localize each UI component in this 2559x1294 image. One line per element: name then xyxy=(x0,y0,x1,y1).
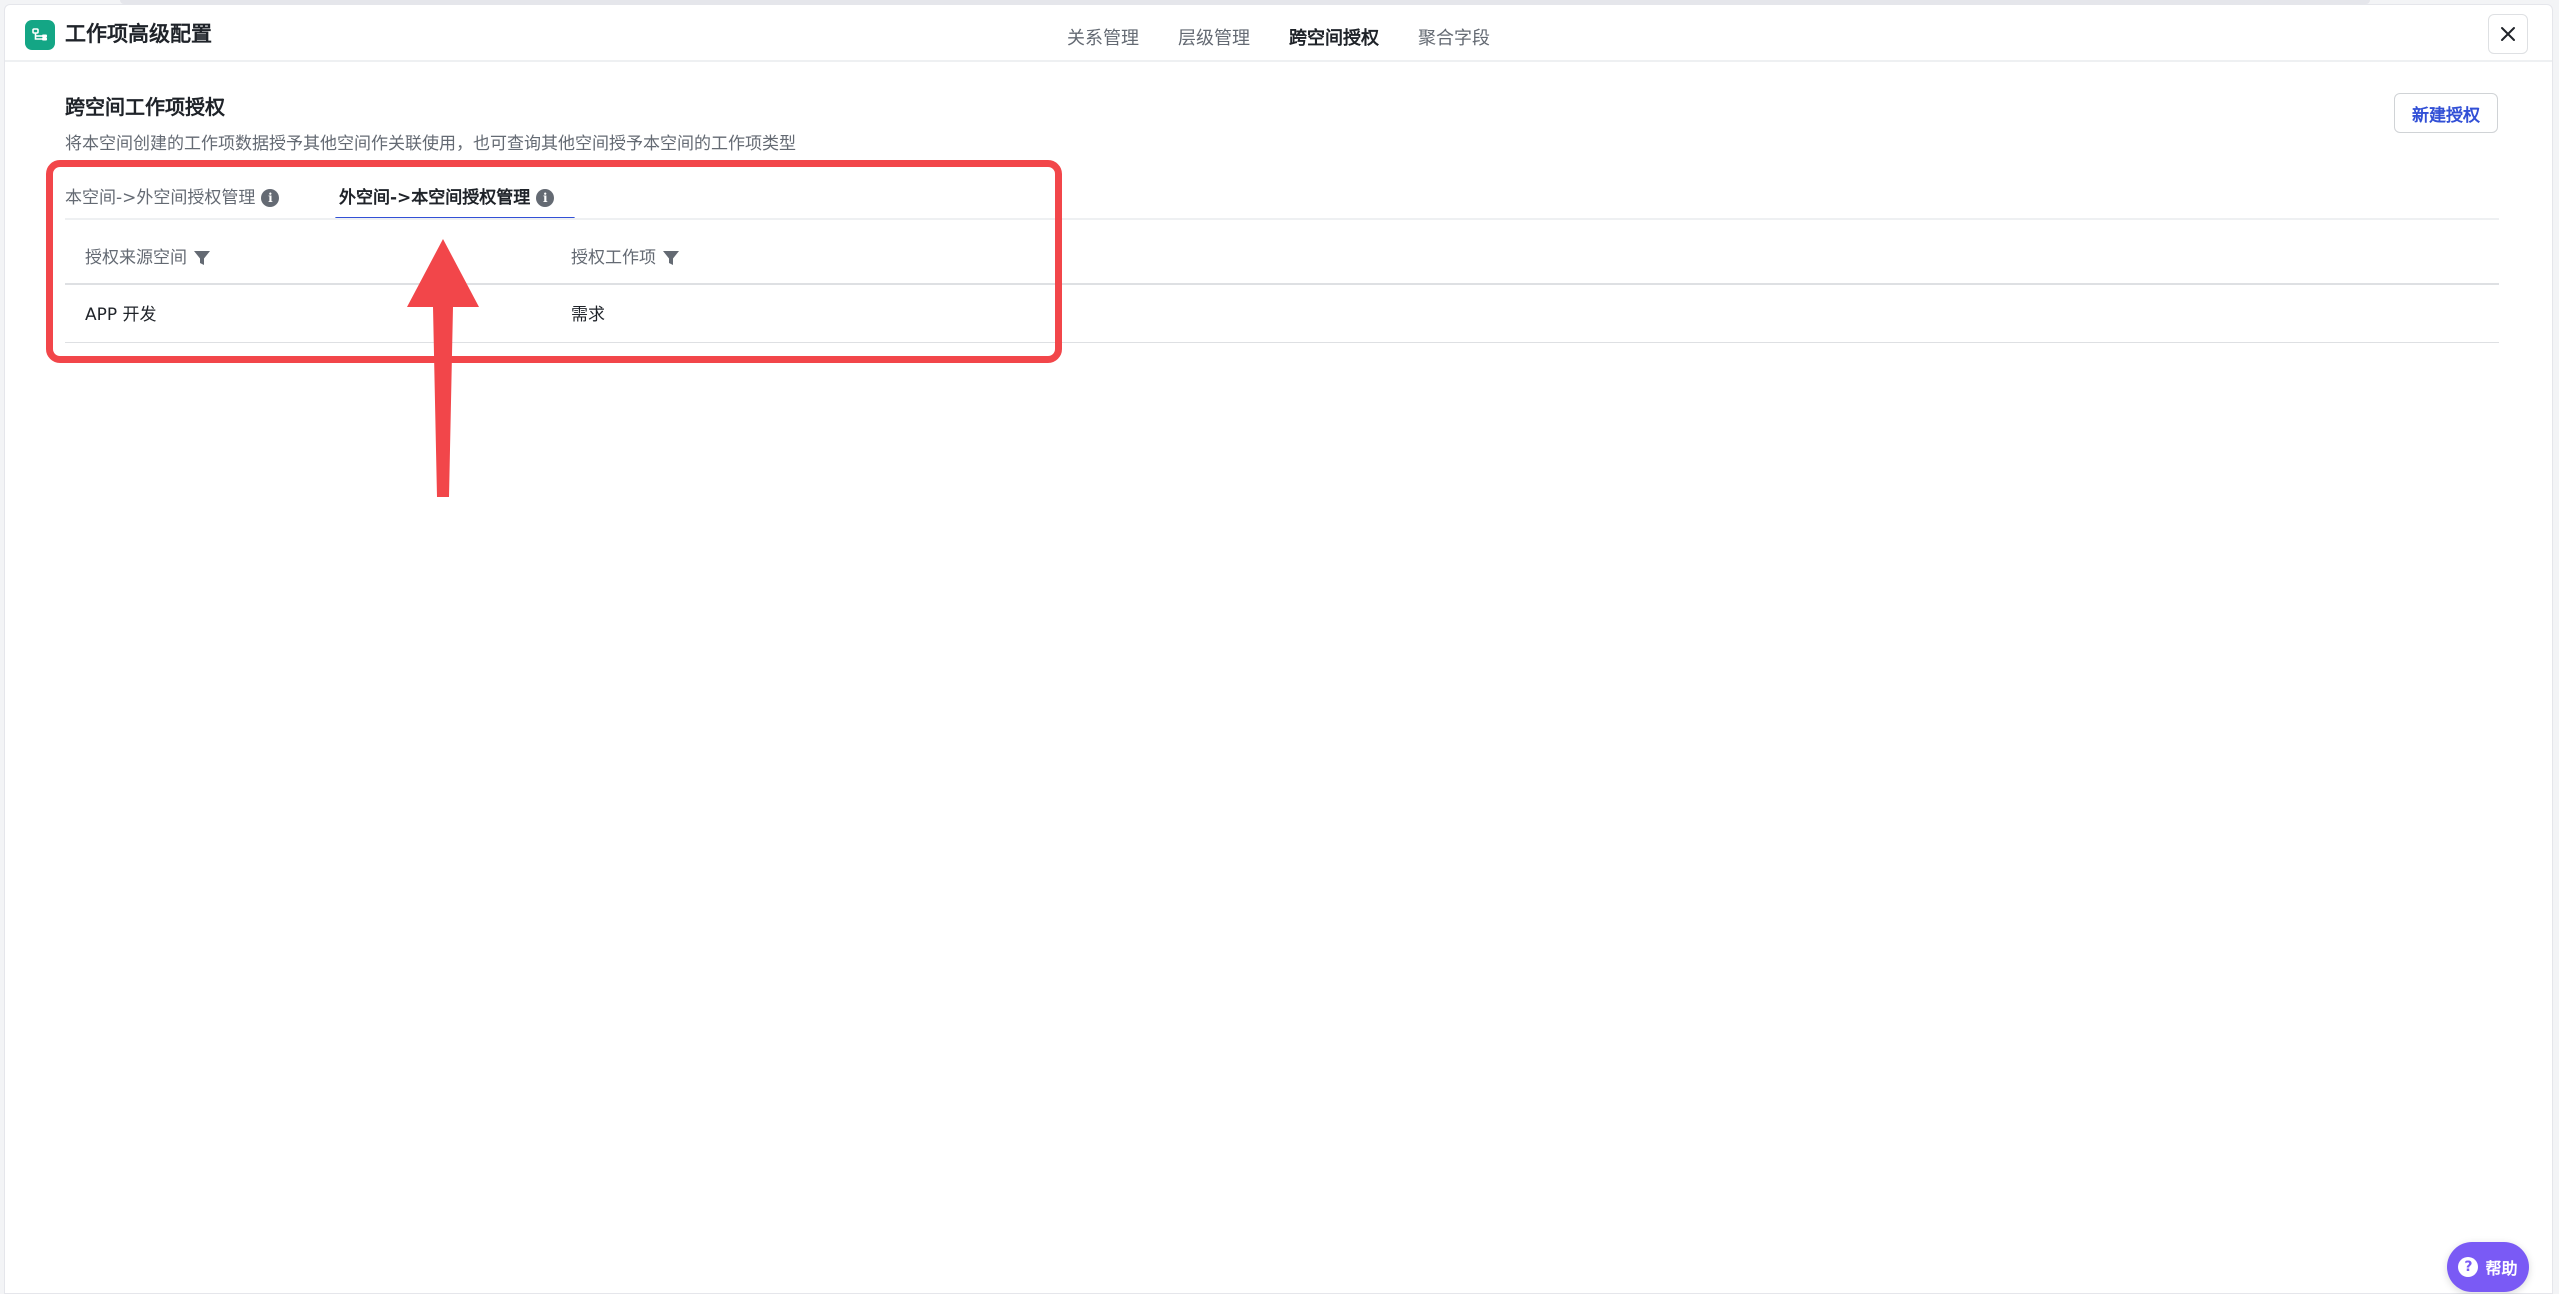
close-icon xyxy=(2501,27,2515,41)
cell-authorized-item: 需求 xyxy=(571,305,605,325)
tab-cross-space-authorization[interactable]: 跨空间授权 xyxy=(1289,23,1379,57)
table-header: 授权来源空间 授权工作项 xyxy=(65,233,2499,285)
subtab-label: 外空间->本空间授权管理 xyxy=(339,188,531,208)
section-description: 将本空间创建的工作项数据授予其他空间作关联使用，也可查询其他空间授予本空间的工作… xyxy=(65,134,796,154)
app-title: 工作项高级配置 xyxy=(65,22,212,46)
help-button[interactable]: ? 帮助 xyxy=(2447,1242,2529,1292)
column-header-authorized-item: 授权工作项 xyxy=(571,243,680,273)
section-title: 跨空间工作项授权 xyxy=(65,95,225,119)
close-button[interactable] xyxy=(2488,14,2528,54)
tab-relation-management[interactable]: 关系管理 xyxy=(1067,23,1139,57)
table-row[interactable]: APP 开发 需求 xyxy=(65,287,2499,343)
subtab-label: 本空间->外空间授权管理 xyxy=(65,188,256,208)
subtab-external-to-local[interactable]: 外空间->本空间授权管理 i xyxy=(335,185,575,220)
subtab-local-to-external[interactable]: 本空间->外空间授权管理 i xyxy=(65,185,280,220)
filter-icon[interactable] xyxy=(662,249,680,267)
filter-icon[interactable] xyxy=(193,249,211,267)
header: 工作项高级配置 关系管理 层级管理 跨空间授权 聚合字段 xyxy=(5,5,2552,62)
tab-aggregate-fields[interactable]: 聚合字段 xyxy=(1418,23,1490,57)
subtabs-divider xyxy=(65,218,2499,220)
column-header-source-space: 授权来源空间 xyxy=(85,243,211,273)
new-authorization-button[interactable]: 新建授权 xyxy=(2394,93,2498,133)
tab-hierarchy-management[interactable]: 层级管理 xyxy=(1178,23,1250,57)
cell-source-space: APP 开发 xyxy=(85,305,157,325)
top-tabs: 关系管理 层级管理 跨空间授权 聚合字段 xyxy=(1067,23,1529,57)
info-icon[interactable]: i xyxy=(536,189,555,207)
question-icon: ? xyxy=(2458,1257,2479,1277)
config-window: 工作项高级配置 关系管理 层级管理 跨空间授权 聚合字段 跨空间工作项授权 将本… xyxy=(4,4,2553,1294)
help-label: 帮助 xyxy=(2485,1259,2518,1278)
info-icon[interactable]: i xyxy=(261,189,280,207)
app-icon xyxy=(25,20,55,50)
